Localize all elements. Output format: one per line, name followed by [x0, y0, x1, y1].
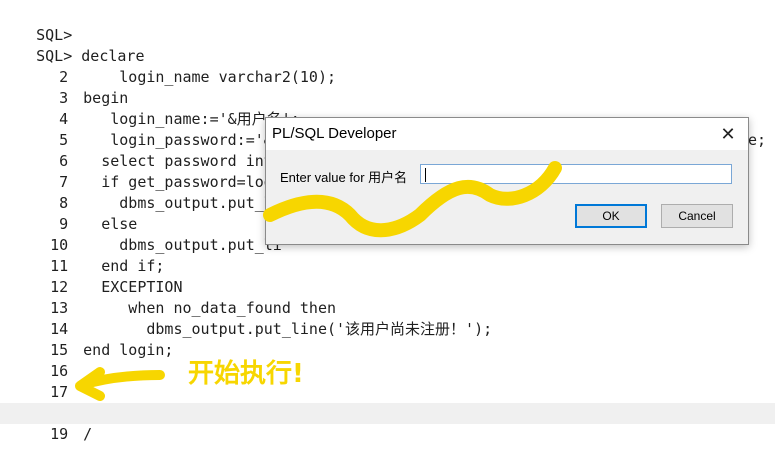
annotation-text: 开始执行!	[188, 359, 304, 389]
highlight-scribble	[263, 161, 562, 238]
annotation-overlay	[75, 161, 562, 401]
